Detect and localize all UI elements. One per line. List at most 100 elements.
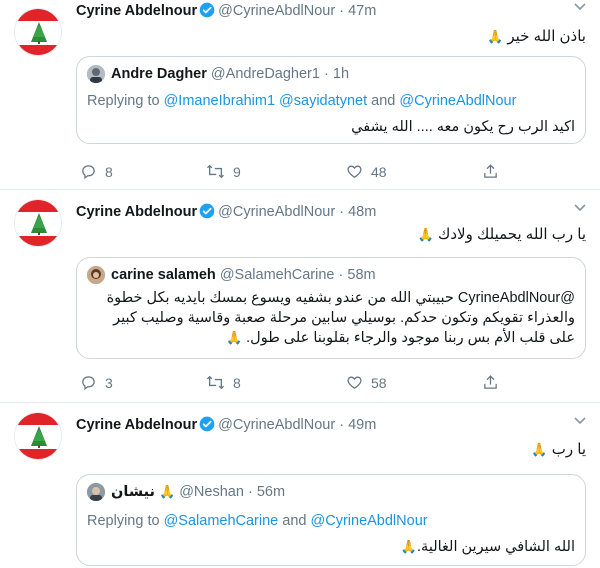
verified-icon (199, 416, 215, 432)
separator-dot: · (247, 484, 253, 500)
mention-link[interactable]: @CyrineAbdlNour (399, 93, 516, 109)
tweet-actions: 3 8 58 (76, 374, 576, 394)
tweet-1[interactable]: Cyrine Abdelnour @CyrineAbdlNour · 47m با… (0, 0, 600, 190)
quote-header: carine salameh @SalamehCarine · 58m (111, 266, 376, 284)
handle[interactable]: @CyrineAbdlNour (218, 3, 335, 19)
replying-to-and: and (282, 513, 307, 529)
separator-dot: · (338, 267, 344, 283)
mention-link[interactable]: @ImaneIbrahim1 @sayidatynet (164, 93, 368, 109)
retweet-count: 8 (233, 374, 241, 391)
quote-text: اكيد الرب رح يكون معه .... الله يشفي (351, 119, 575, 135)
lebanon-flag-icon (15, 413, 61, 459)
quote-header: Andre Dagher @AndreDagher1 · 1h (111, 65, 349, 83)
like-button[interactable]: 58 (346, 374, 387, 391)
reply-button[interactable]: 8 (80, 163, 113, 180)
share-button[interactable] (482, 163, 499, 180)
quote-timestamp: 1h (332, 66, 350, 82)
share-icon (484, 164, 497, 178)
tweet-text: يا رب الله يحميلك ولادك 🙏 (418, 225, 586, 245)
reply-button[interactable]: 3 (80, 374, 113, 391)
display-name[interactable]: Cyrine Abdelnour (76, 417, 197, 433)
handle[interactable]: @CyrineAbdlNour (218, 204, 335, 220)
reply-count: 8 (105, 163, 113, 180)
tweet-header: Cyrine Abdelnour @CyrineAbdlNour · 48m (76, 203, 376, 221)
replying-to: Replying to @SalamehCarine and @CyrineAb… (87, 513, 428, 529)
avatar[interactable] (14, 199, 62, 247)
retweet-button[interactable]: 9 (206, 163, 241, 180)
praying-hands-icon: 🙏 (531, 442, 548, 457)
like-button[interactable]: 48 (346, 163, 387, 180)
replying-to: Replying to @ImaneIbrahim1 @sayidatynet … (87, 93, 516, 109)
chevron-down-icon[interactable] (574, 201, 586, 215)
mention-link[interactable]: @CyrineAbdlNour (311, 513, 428, 529)
tweet-actions: 8 9 48 (76, 163, 576, 183)
tweet-text: يا رب 🙏 (531, 440, 586, 460)
timestamp[interactable]: 48m (348, 204, 376, 220)
quote-text-line: والعذراء تقويكم وتكون حدكم. بوسيلي سابين… (113, 310, 575, 326)
quote-text-line-content: على قلب الأم بس ربنا موجود والرجاء بقلوب… (246, 330, 575, 346)
lebanon-flag-icon (15, 200, 61, 246)
tweet-2[interactable]: Cyrine Abdelnour @CyrineAbdlNour · 48m يا… (0, 191, 600, 403)
praying-hands-icon: 🙏 (225, 330, 243, 345)
verified-icon (199, 203, 215, 219)
praying-hands-icon: 🙏 (487, 29, 504, 44)
avatar[interactable] (14, 8, 62, 56)
quote-text: الله الشافي سيرين الغالية.🙏 (401, 537, 575, 557)
tweet-3[interactable]: Cyrine Abdelnour @CyrineAbdlNour · 49m يا… (0, 404, 600, 568)
like-icon (347, 376, 362, 389)
replying-to-label: Replying to (87, 93, 160, 109)
share-button[interactable] (482, 374, 499, 391)
quote-timestamp: 56m (256, 484, 286, 500)
reply-icon (82, 376, 95, 391)
verified-icon (199, 2, 215, 18)
separator-dot: · (339, 417, 345, 433)
lebanon-flag-icon (15, 9, 61, 55)
avatar[interactable] (14, 412, 62, 460)
tweet-header: Cyrine Abdelnour @CyrineAbdlNour · 49m (76, 416, 376, 434)
quote-display-name: نيشان (111, 484, 155, 500)
chevron-down-icon[interactable] (574, 414, 586, 428)
retweet-icon (206, 375, 225, 390)
tweet-text-content: باذن الله خير (507, 28, 586, 45)
timestamp[interactable]: 49m (348, 417, 376, 433)
tweet-text-content: يا رب (551, 441, 586, 458)
quoted-tweet[interactable]: Andre Dagher @AndreDagher1 · 1h Replying… (76, 56, 586, 144)
praying-hands-icon: 🙏 (417, 227, 434, 242)
handle[interactable]: @CyrineAbdlNour (218, 417, 335, 433)
mention-link[interactable]: @SalamehCarine (164, 513, 279, 529)
quote-handle: @Neshan (179, 484, 244, 500)
praying-hands-icon: 🙏 (158, 484, 176, 499)
separator-dot: · (339, 3, 345, 19)
quote-avatar[interactable] (87, 483, 105, 501)
quoted-tweet[interactable]: carine salameh @SalamehCarine · 58m @Cyr… (76, 257, 586, 359)
replying-to-label: Replying to (87, 513, 160, 529)
quote-avatar[interactable] (87, 266, 105, 284)
quote-display-name: Andre Dagher (111, 66, 207, 82)
praying-hands-icon: 🙏 (400, 539, 418, 554)
quote-display-name: carine salameh (111, 267, 216, 283)
tweet-text: باذن الله خير 🙏 (487, 27, 586, 47)
display-name[interactable]: Cyrine Abdelnour (76, 3, 197, 19)
quote-handle: @SalamehCarine (219, 267, 335, 283)
quote-header: نيشان 🙏 @Neshan · 56m (111, 483, 285, 501)
like-icon (347, 165, 362, 178)
separator-dot: · (339, 204, 345, 220)
quote-text-line: @CyrineAbdlNour حبيبتي الله من عندو بشفي… (106, 290, 575, 306)
like-count: 58 (371, 374, 387, 391)
quote-timestamp: 58m (347, 267, 376, 283)
chevron-down-icon[interactable] (574, 0, 586, 14)
retweet-icon (206, 164, 225, 179)
reply-icon (82, 165, 95, 180)
share-icon (484, 375, 497, 389)
timestamp[interactable]: 47m (348, 3, 376, 19)
quote-text-line: على قلب الأم بس ربنا موجود والرجاء بقلوب… (226, 328, 575, 348)
retweet-button[interactable]: 8 (206, 374, 241, 391)
quoted-tweet[interactable]: نيشان 🙏 @Neshan · 56m Replying to @Salam… (76, 474, 586, 566)
tweet-header: Cyrine Abdelnour @CyrineAbdlNour · 47m (76, 2, 376, 20)
quote-handle: @AndreDagher1 (210, 66, 320, 82)
tweet-text-content: يا رب الله يحميلك ولادك (437, 226, 586, 243)
retweet-count: 9 (233, 163, 241, 180)
separator-dot: · (324, 66, 329, 82)
quote-avatar[interactable] (87, 65, 105, 83)
display-name[interactable]: Cyrine Abdelnour (76, 204, 197, 220)
